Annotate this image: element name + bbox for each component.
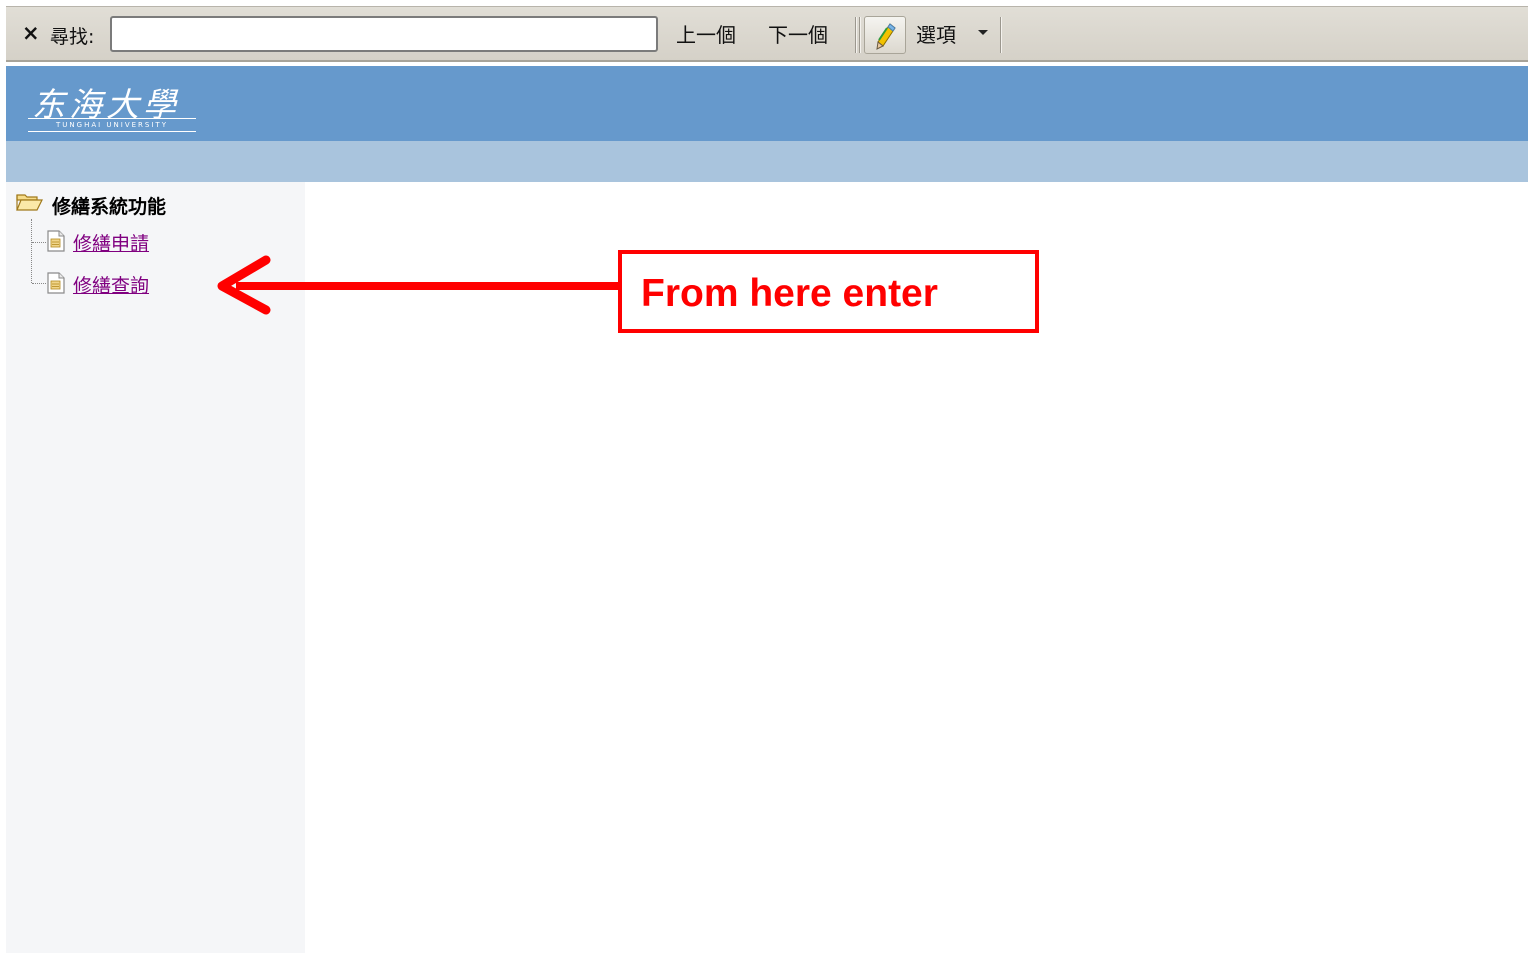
find-next-button[interactable]: 下一個 <box>768 19 828 48</box>
folder-open-icon <box>16 194 43 211</box>
site-header: 东海大學 TUNGHAI UNIVERSITY <box>6 66 1528 141</box>
repair-query-link[interactable]: 修繕查詢 <box>73 271 149 298</box>
find-label: 尋找: <box>50 26 95 48</box>
annotation-text: From here enter <box>641 272 938 315</box>
close-find-bar-button[interactable]: × <box>22 21 40 45</box>
document-icon <box>47 272 65 294</box>
tree-connector <box>32 283 46 284</box>
tree-connector <box>32 242 46 243</box>
find-bar-separator <box>1000 17 1002 53</box>
find-input[interactable] <box>110 16 658 52</box>
find-bar: × 尋找: 上一個 下一個 選項 <box>6 6 1528 62</box>
tree-connector <box>31 219 32 283</box>
annotation-arrow <box>217 255 620 315</box>
tree-root-label: 修繕系統功能 <box>52 196 167 218</box>
chevron-down-icon <box>978 30 988 35</box>
find-previous-button[interactable]: 上一個 <box>676 19 736 48</box>
highlight-all-button[interactable] <box>864 16 906 54</box>
find-options-button[interactable]: 選項 <box>916 19 956 48</box>
browser-page: × 尋找: 上一個 下一個 選項 东海大學 TUNGHAI UNIVERSITY <box>0 0 1528 953</box>
find-bar-separator <box>859 17 861 53</box>
header-subbar <box>6 141 1528 182</box>
repair-request-link[interactable]: 修繕申請 <box>73 229 149 256</box>
pencil-icon <box>876 23 896 50</box>
annotation-callout: From here enter <box>618 250 1039 333</box>
logo-english-name: TUNGHAI UNIVERSITY <box>28 118 196 132</box>
tunghai-logo[interactable]: 东海大學 TUNGHAI UNIVERSITY <box>28 78 196 134</box>
document-icon <box>47 230 65 252</box>
find-bar-separator <box>855 17 857 53</box>
